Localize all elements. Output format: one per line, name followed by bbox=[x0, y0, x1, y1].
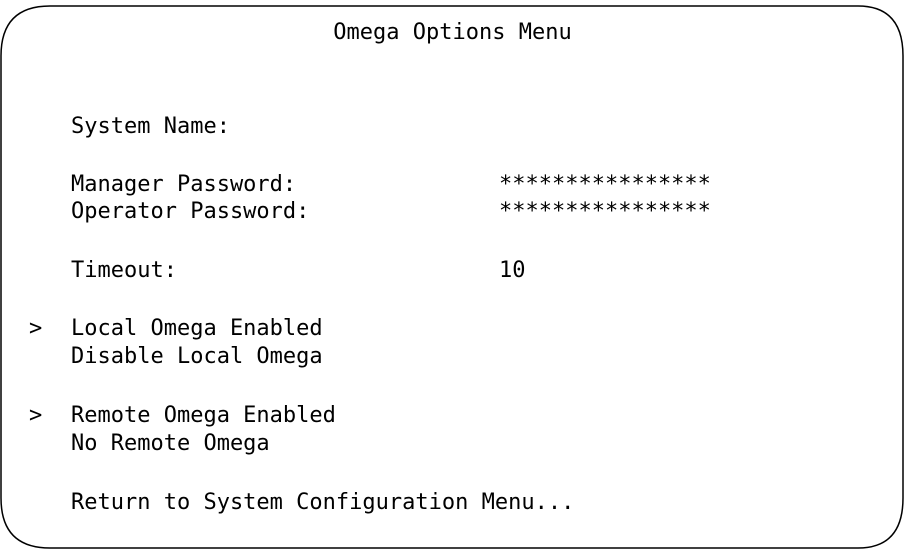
remote-omega-enabled-option[interactable]: Remote Omega Enabled bbox=[71, 403, 336, 429]
timeout-value: 10 bbox=[499, 258, 526, 283]
manager-password-value: **************** bbox=[499, 172, 711, 197]
operator-password-value: **************** bbox=[499, 199, 711, 224]
disable-local-omega-option[interactable]: Disable Local Omega bbox=[71, 344, 323, 370]
local-omega-enabled-option[interactable]: Local Omega Enabled bbox=[71, 316, 323, 342]
screen-title: Omega Options Menu bbox=[333, 20, 572, 45]
manager-password-label[interactable]: Manager Password: bbox=[71, 172, 296, 198]
operator-password-label[interactable]: Operator Password: bbox=[71, 199, 309, 225]
remote-omega-selected-marker: > bbox=[29, 403, 43, 428]
local-omega-selected-marker: > bbox=[29, 316, 43, 341]
no-remote-omega-option[interactable]: No Remote Omega bbox=[71, 431, 270, 457]
return-to-system-configuration-menu-option[interactable]: Return to System Configuration Menu... bbox=[71, 490, 574, 516]
system-name-label[interactable]: System Name: bbox=[71, 114, 230, 140]
timeout-label[interactable]: Timeout: bbox=[71, 258, 177, 284]
